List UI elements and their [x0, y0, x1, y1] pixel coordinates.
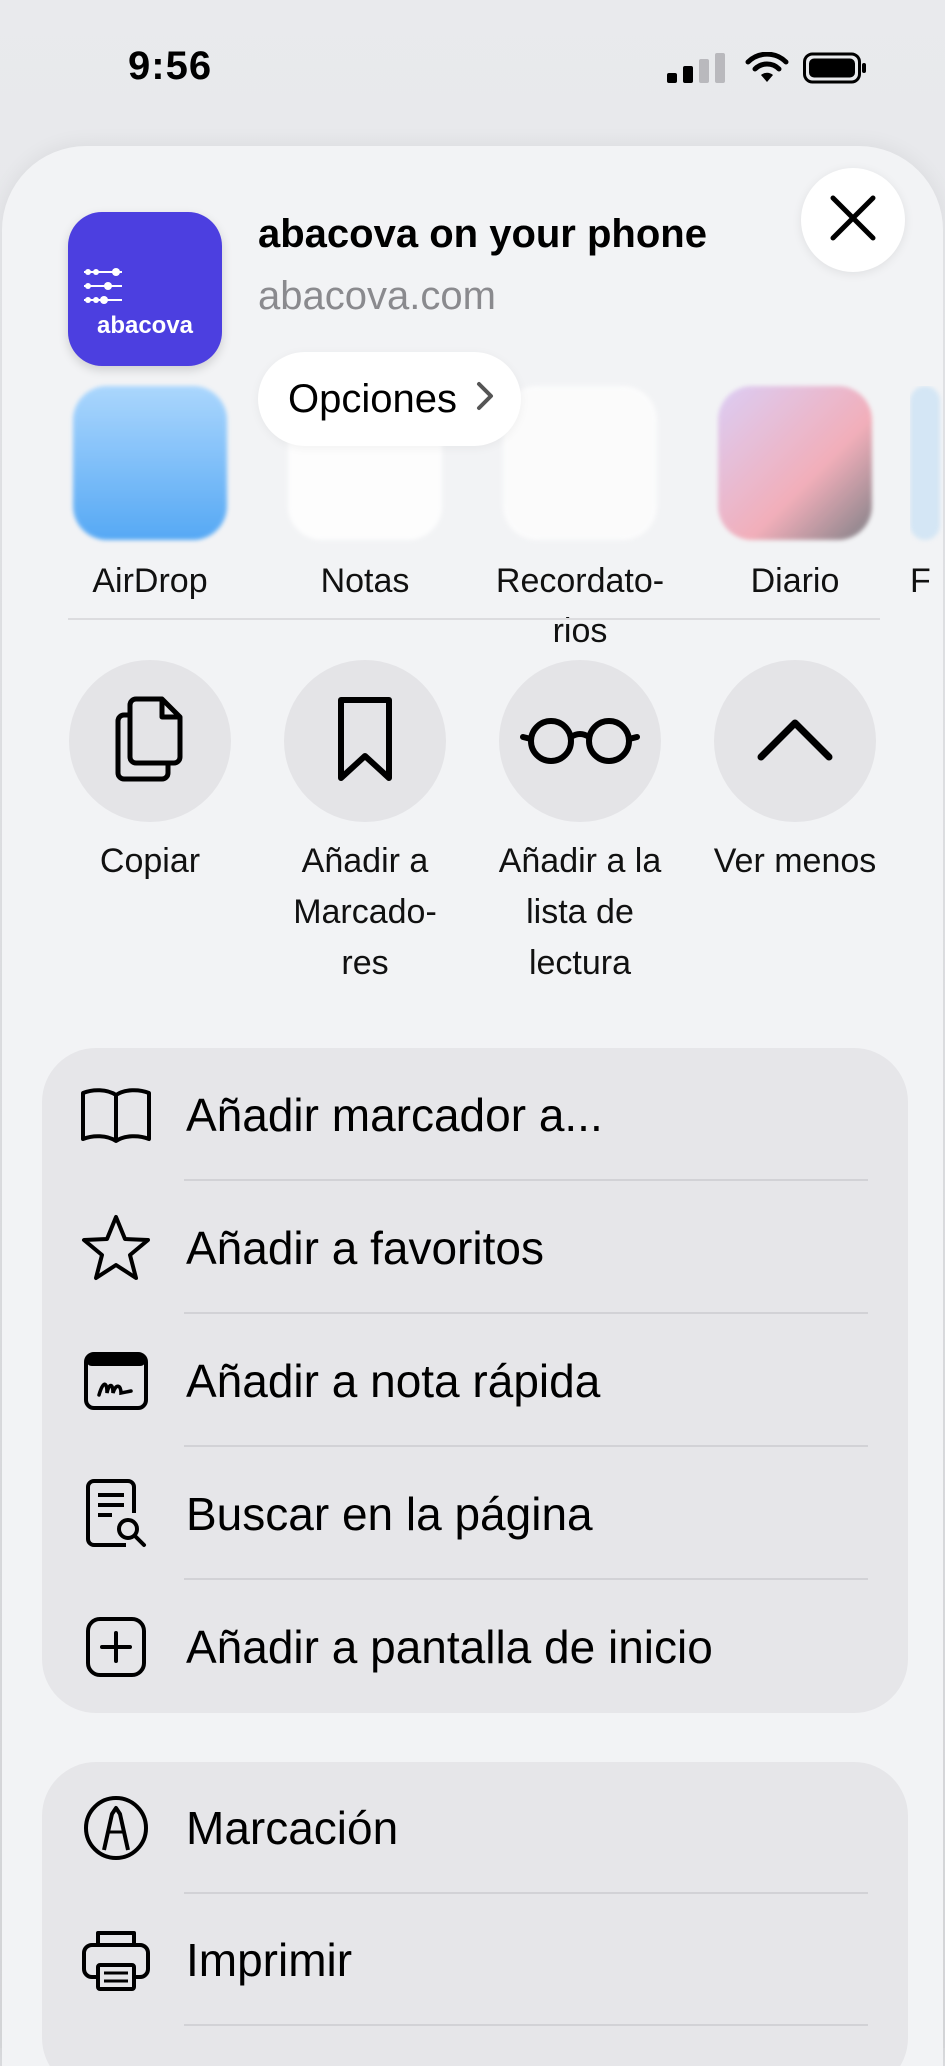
action-label: Copiar — [99, 842, 201, 880]
action-copy[interactable]: Copiar — [45, 660, 255, 887]
separator — [184, 2024, 868, 2026]
list-item-add-favorites[interactable]: Añadir a favoritos — [42, 1181, 908, 1314]
page-title: abacova on your phone — [258, 212, 707, 256]
action-add-bookmark[interactable]: Añadir a Marcado- res — [260, 660, 470, 989]
action-circle — [714, 660, 876, 822]
list-item-add-bookmark-to[interactable]: Añadir marcador a... — [42, 1048, 908, 1181]
options-button[interactable]: Opciones — [258, 352, 521, 446]
close-button[interactable] — [801, 168, 905, 272]
list-item-label: Añadir a favoritos — [186, 1221, 544, 1274]
action-show-less[interactable]: Ver menos — [690, 660, 900, 887]
book-icon — [78, 1077, 154, 1153]
list-item-label: Buscar en la página — [186, 1487, 593, 1540]
list-item-label: Añadir a nota rápida — [186, 1354, 601, 1407]
list-item-label: Imprimir — [186, 1934, 353, 1986]
share-app-label: F — [910, 562, 931, 600]
bookmark-icon — [335, 694, 395, 789]
action-label: Añadir a Marcado- res — [293, 842, 437, 982]
share-app-label: AirDrop — [92, 562, 208, 600]
action-circle — [69, 660, 231, 822]
actions-list-1: Añadir marcador a... Añadir a favoritos … — [42, 1048, 908, 1713]
action-label: Ver menos — [713, 842, 877, 880]
share-app-label: Recordato- rios — [495, 562, 665, 650]
find-in-page-icon — [78, 1476, 154, 1552]
share-app-label: Notas — [320, 562, 410, 600]
options-label: Opciones — [288, 376, 457, 421]
airdrop-icon — [73, 386, 227, 540]
site-logo: abacova — [68, 212, 222, 366]
action-label: Añadir a la lista de lectura — [498, 842, 662, 982]
list-item-label: Añadir marcador a... — [186, 1088, 603, 1141]
cellular-signal-icon — [667, 53, 731, 88]
battery-icon — [803, 52, 867, 89]
logo-lines-icon — [84, 268, 122, 304]
wifi-icon — [745, 51, 789, 89]
chevron-up-icon — [755, 715, 835, 768]
list-item-find-in-page[interactable]: Buscar en la página — [42, 1447, 908, 1580]
action-circle — [499, 660, 661, 822]
copy-icon — [110, 693, 190, 790]
page-url: abacova.com — [258, 274, 496, 318]
close-icon — [827, 192, 879, 249]
list-item-label: Añadir a pantalla de inicio — [186, 1620, 713, 1673]
share-app-journal[interactable]: Diario — [695, 386, 895, 606]
divider — [68, 618, 880, 620]
actions-list-2: Marcación Imprimir — [42, 1762, 908, 2066]
add-square-icon — [78, 1609, 154, 1685]
glasses-icon — [519, 711, 641, 772]
action-reading-list[interactable]: Añadir a la lista de lectura — [475, 660, 685, 989]
list-item-add-home-screen[interactable]: Añadir a pantalla de inicio — [42, 1580, 908, 1713]
quick-note-icon — [78, 1343, 154, 1419]
list-item-print[interactable]: Imprimir — [42, 1894, 908, 2026]
status-time: 9:56 — [128, 44, 213, 88]
share-app-more[interactable]: F — [910, 386, 943, 606]
printer-icon — [78, 1922, 154, 1998]
logo-text: abacova — [96, 312, 194, 339]
share-app-label: Diario — [750, 562, 840, 600]
share-app-airdrop[interactable]: AirDrop — [50, 386, 250, 606]
list-item-markup[interactable]: Marcación — [42, 1762, 908, 1894]
share-sheet: AirDrop Notas Recordato- rios Diario F a… — [2, 146, 943, 2066]
list-item-label: Marcación — [186, 1802, 399, 1854]
status-bar: 9:56 — [0, 0, 945, 140]
chevron-right-icon — [475, 377, 495, 422]
reminders-icon — [503, 386, 657, 540]
markup-icon — [78, 1790, 154, 1866]
journal-icon — [718, 386, 872, 540]
star-icon — [78, 1210, 154, 1286]
list-item-quick-note[interactable]: Añadir a nota rápida — [42, 1314, 908, 1447]
action-circle — [284, 660, 446, 822]
app-icon — [910, 386, 940, 540]
status-icons — [667, 51, 867, 89]
